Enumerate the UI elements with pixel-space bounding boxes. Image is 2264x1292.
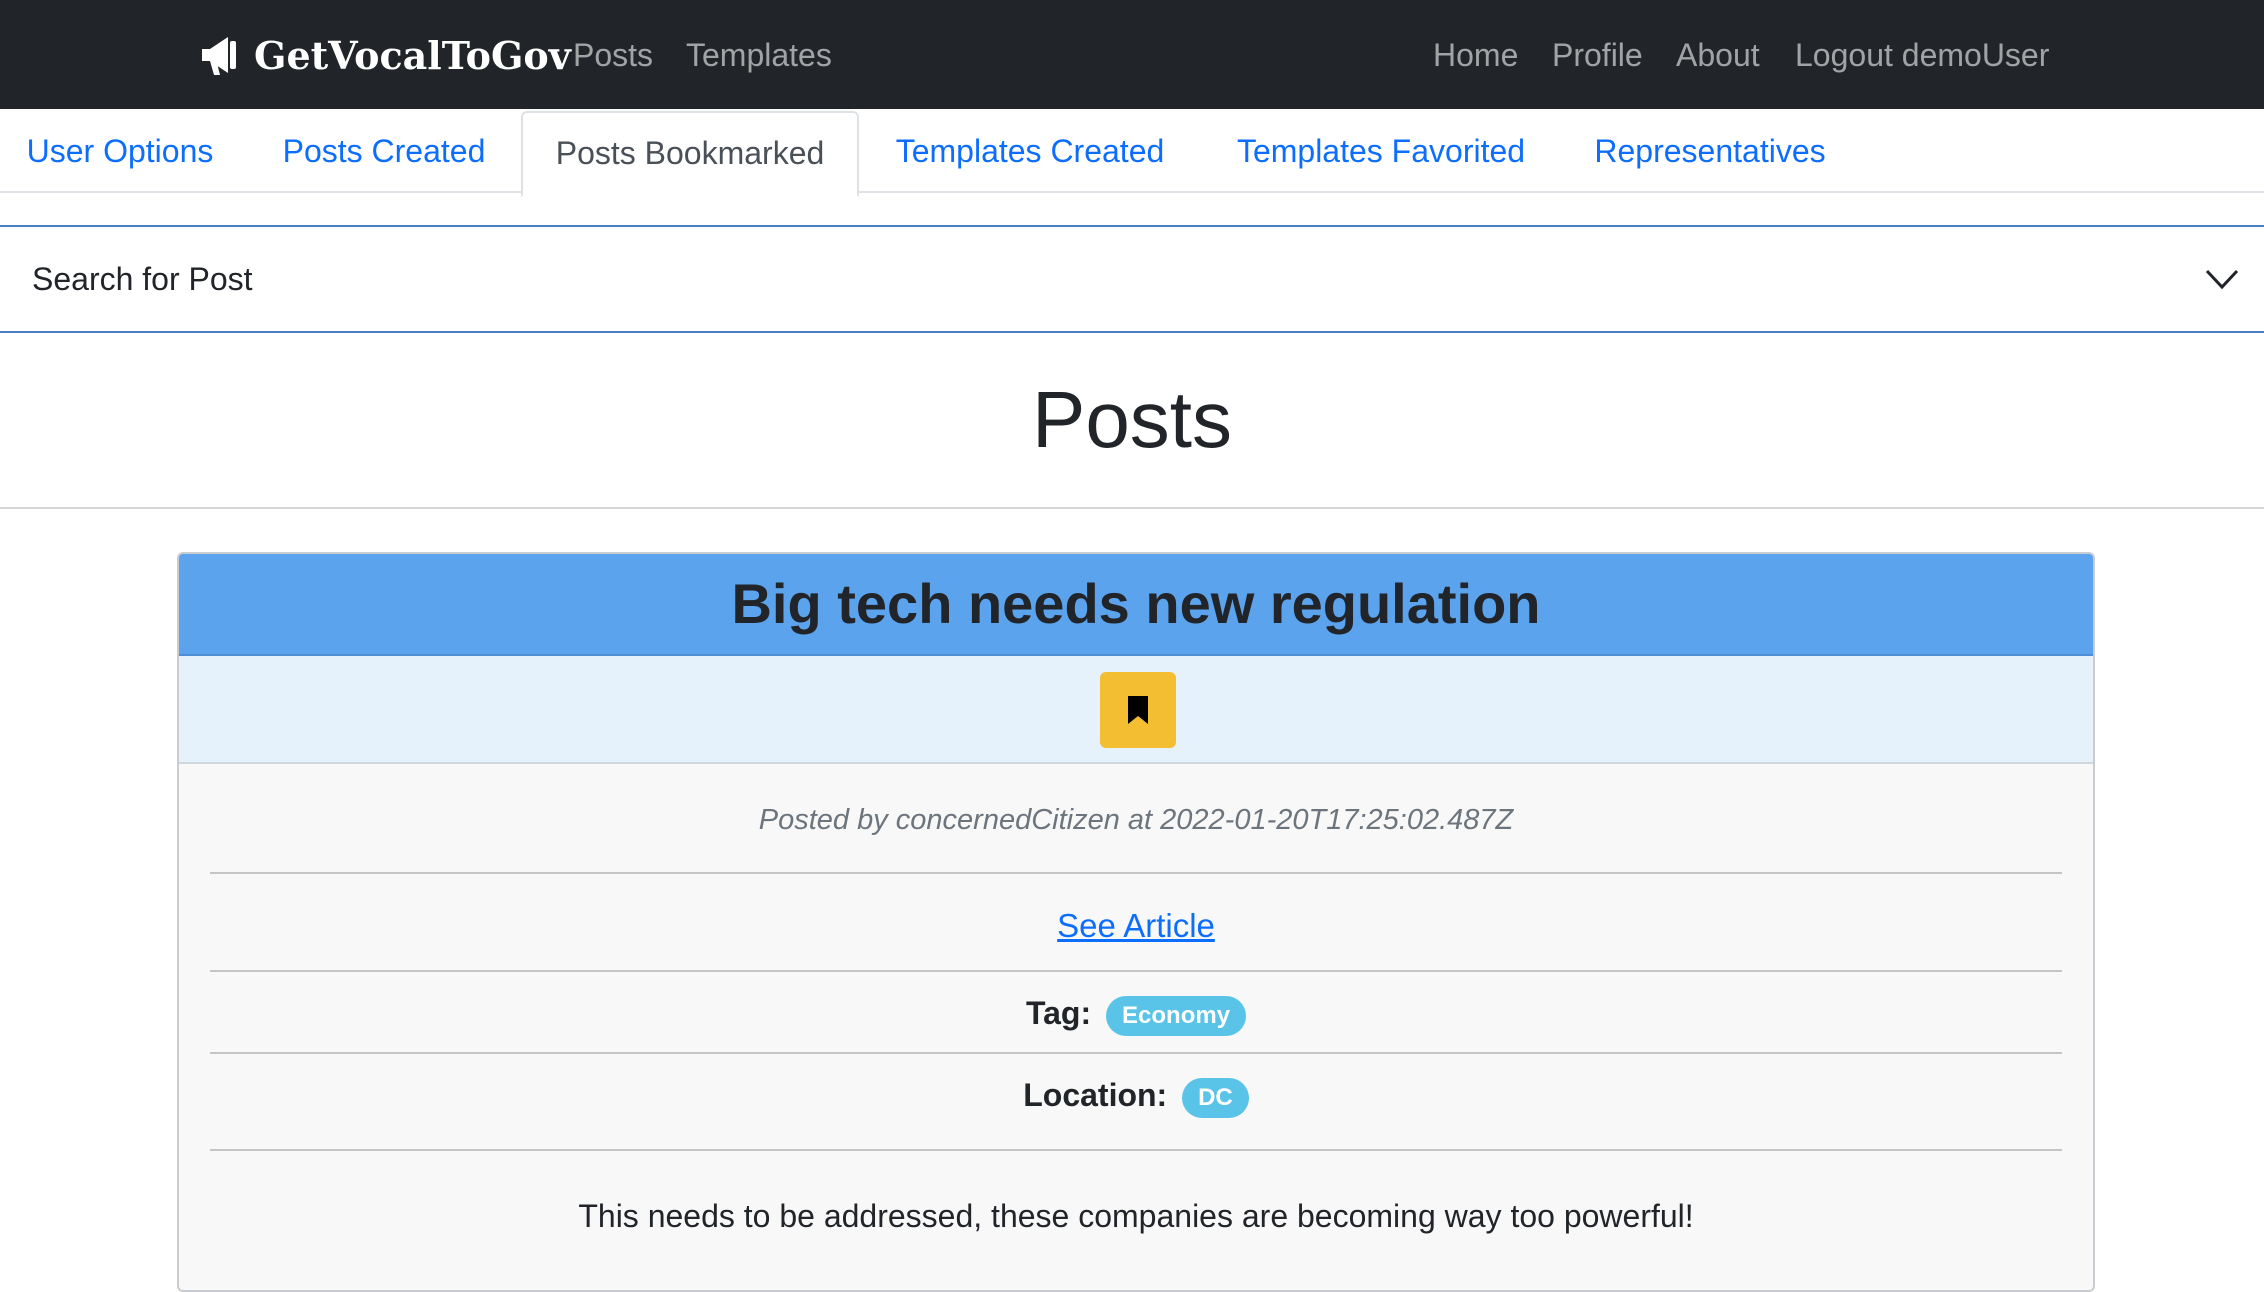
nav-link-posts[interactable]: Posts xyxy=(573,28,653,82)
megaphone-icon xyxy=(202,37,236,75)
chevron-down-icon xyxy=(2205,269,2239,290)
post-actions xyxy=(179,656,2093,764)
location-badge: DC xyxy=(1182,1077,1249,1118)
post-meta: Posted by concernedCitizen at 2022-01-20… xyxy=(758,804,1514,836)
page-title: Posts xyxy=(1031,375,1233,464)
brand-link[interactable]: GetVocalToGov xyxy=(198,28,571,82)
tag-label: Tag: xyxy=(1025,995,1092,1031)
tab-templates-created[interactable]: Templates Created xyxy=(870,109,1190,193)
tag-row: Tag: Economy xyxy=(177,988,2095,1038)
tab-templates-favorited[interactable]: Templates Favorited xyxy=(1210,109,1552,193)
divider xyxy=(210,1052,2062,1054)
tab-user-options[interactable]: User Options xyxy=(0,109,240,193)
divider xyxy=(210,970,2062,972)
tab-posts-bookmarked[interactable]: Posts Bookmarked xyxy=(521,111,859,197)
location-label: Location: xyxy=(1023,1077,1168,1113)
nav-link-templates[interactable]: Templates xyxy=(686,28,832,82)
nav-link-home[interactable]: Home xyxy=(1433,28,1518,82)
divider xyxy=(0,507,2264,509)
tab-posts-created[interactable]: Posts Created xyxy=(258,109,510,193)
location-row: Location: DC xyxy=(177,1070,2095,1120)
brand-name: GetVocalToGov xyxy=(254,32,571,78)
search-accordion-label: Search for Post xyxy=(32,261,253,297)
see-article-link[interactable]: See Article xyxy=(1057,907,1215,944)
nav-link-about[interactable]: About xyxy=(1676,28,1760,82)
see-article-row: See Article xyxy=(177,907,2095,945)
nav-link-logout[interactable]: Logout demoUser xyxy=(1795,28,2049,82)
divider xyxy=(210,872,2062,874)
top-navbar: GetVocalToGov Posts Templates Home Profi… xyxy=(0,0,2264,109)
profile-tabs: User Options Posts Created Posts Bookmar… xyxy=(0,109,2264,197)
search-accordion-toggle[interactable]: Search for Post xyxy=(0,225,2264,333)
bookmark-icon xyxy=(1128,696,1148,724)
tab-representatives[interactable]: Representatives xyxy=(1572,109,1848,193)
divider xyxy=(210,1149,2062,1151)
post-title: Big tech needs new regulation xyxy=(179,554,2093,656)
bookmark-button[interactable] xyxy=(1100,672,1176,748)
nav-link-profile[interactable]: Profile xyxy=(1552,28,1643,82)
post-body: This needs to be addressed, these compan… xyxy=(578,1198,1694,1234)
tag-badge: Economy xyxy=(1106,995,1247,1036)
